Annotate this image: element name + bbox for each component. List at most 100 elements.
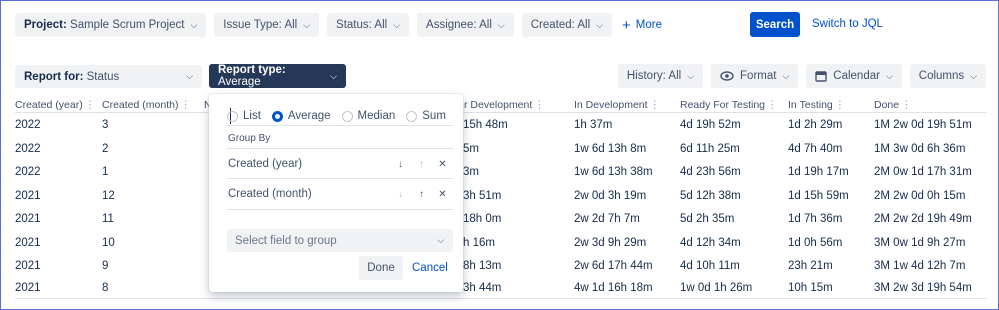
chevron-down-icon: ⌵ [687,70,695,81]
report-type-key: Report type: [218,64,286,76]
switch-to-jql-link[interactable]: Switch to JQL [812,18,883,30]
chevron-down-icon: ⌵ [186,71,193,81]
radio-average[interactable] [271,110,283,122]
report-type-value: Average [218,76,261,88]
assignee-filter-key: Assignee: [426,19,477,31]
search-button[interactable]: Search [750,12,800,37]
table-cell: 11 [102,213,114,225]
table-cell: 4d 23h 56m [680,166,741,178]
group-label: Created (month) [228,188,312,200]
report-toolbar: History: All ⌵ Format ⌵ Calendar ⌵ Colum… [617,64,986,88]
assignee-filter[interactable]: Assignee: All ⌵ [417,13,514,37]
status-filter[interactable]: Status: All ⌵ [327,13,410,37]
arrow-up-icon[interactable]: ↑ [411,189,432,200]
arrow-down-icon[interactable]: ↓ [390,159,411,170]
column-header[interactable]: Done ⋮ [874,99,912,111]
done-button[interactable]: Done [359,256,403,280]
option-list[interactable]: List [227,110,261,122]
table-cell: 5d 2h 35m [680,213,735,225]
chevron-down-icon: ⌵ [885,70,893,81]
chevron-down-icon: ⌵ [393,19,401,30]
table-cell: 2M 2w 0d 0h 15m [874,189,966,202]
chevron-down-icon: ⌵ [303,19,311,30]
cancel-button[interactable]: Cancel [412,262,448,274]
option-sum[interactable]: Sum [406,110,446,122]
table-cell: 2021 [15,189,41,202]
option-median[interactable]: Median [341,110,396,122]
table-cell: 2M 2w 2d 19h 49m [874,213,972,225]
arrow-up-icon[interactable]: ↑ [411,159,432,170]
assignee-filter-value: All [479,19,492,31]
table-cell: 1 [102,166,109,178]
radio-sum[interactable] [406,110,418,122]
arrow-down-icon[interactable]: ↓ [390,189,411,200]
issue-type-filter[interactable]: Issue Type: All ⌵ [214,13,320,37]
report-type-popup: List Average Median Sum Group By Created… [209,94,463,292]
group-by-label: Group By [228,133,271,144]
table-cell: 6d 11h 25m [680,142,740,155]
table-row: 2021 12 d 23h 51m 2w 0d 3h 19m 5d 12h 38m 1d … [15,184,987,208]
option-list-label: List [243,110,261,122]
calendar-icon [815,71,827,82]
table-cell: 4d 12h 34m [680,236,741,249]
select-placeholder: Select field to group [235,234,337,247]
table-cell: 1d 0h 56m [788,236,843,249]
table-cell: 2022 [15,142,41,155]
columns-button[interactable]: Columns ⌵ [909,64,986,88]
column-header[interactable]: Ready For Testing ⋮ [680,99,778,111]
project-filter-key: Project: [24,19,67,31]
table-row: 20221h 53m1w 6d 13h 38m4d 23h 56m1d 19h … [15,160,987,184]
option-average[interactable]: Average [271,110,331,122]
plus-icon: + [622,16,631,34]
column-header[interactable]: In Development ⋮ [574,99,660,111]
close-icon[interactable]: ✕ [432,159,453,170]
table-cell: 2w 3d 9h 29m [574,236,647,249]
chevron-down-icon: ⌵ [970,70,977,81]
divider [227,209,453,210]
close-icon[interactable]: ✕ [432,189,453,200]
report-table: Created (year) ⋮ Created (month) ⋮ N r Dev… [15,97,987,299]
report-type-select[interactable]: Report type: Average ⌵ [209,64,346,88]
column-header[interactable]: Created (year) ⋮ [15,99,95,111]
column-header[interactable]: r Development ⋮ [464,99,545,111]
calendar-button[interactable]: Calendar ⌵ [806,64,902,88]
option-median-label: Median [357,110,396,122]
chevron-down-icon: ⌵ [330,70,337,81]
chevron-down-icon: ⌵ [190,19,198,30]
table-row: 202228h 5m1w 6d 13h 8m6d 11h 25m4d 7h 40… [15,137,987,161]
chevron-down-icon: ⌵ [437,235,444,245]
format-button[interactable]: Format ⌵ [711,64,799,88]
report-for-select[interactable]: Report for: Status ⌵ [15,65,202,88]
table-cell: 2021 [15,213,41,225]
divider [227,178,453,179]
table-cell: 4d 19h 52m [680,119,741,131]
project-filter[interactable]: Project: Sample Scrum Project ⌵ [15,13,207,37]
table-cell: 1d 7h 36m [788,213,843,225]
more-filters-button[interactable]: + More [622,18,662,33]
table-cell: 10 [102,236,115,249]
table-cell: 3M 0w 1d 9h 27m [874,236,966,249]
radio-median[interactable] [341,110,353,122]
select-field-to-group[interactable]: Select field to group ⌵ [227,229,453,252]
column-header[interactable]: In Testing ⋮ [788,99,845,111]
aggregation-options: List Average Median Sum [227,110,451,122]
table-cell: 3M 2w 3d 19h 54m [874,281,972,294]
table-cell: 2 [102,142,109,155]
history-value: All [668,70,682,82]
table-row: 2021 10 d 2h 16m 2w 3d 9h 29m 4d 12h 34m 1d 0… [15,231,987,255]
report-for-key: Report for: [24,70,84,83]
table-cell: 12 [102,189,115,202]
table-cell: 1d 15h 59m [788,189,849,202]
table-cell: 1d 19h 17m [788,166,849,178]
table-cell: 2021 [15,281,41,294]
history-select[interactable]: History: All ⌵ [617,64,704,88]
radio-list[interactable] [227,110,238,122]
table-cell: 9 [102,260,109,272]
created-filter[interactable]: Created: All ⌵ [521,13,612,37]
table-row: 2022 3 0d 15h 48m 1h 37m 4d 19h 52m 1d 2h 29m… [15,113,987,137]
table-cell: 5d 12h 38m [680,189,741,202]
table-cell: 2022 [15,166,41,178]
table-header: Created (year) ⋮ Created (month) ⋮ N r Dev… [15,97,987,113]
column-header[interactable]: Created (month) ⋮ [102,99,191,111]
filter-bar: Project: Sample Scrum Project ⌵ Issue Ty… [15,13,662,37]
